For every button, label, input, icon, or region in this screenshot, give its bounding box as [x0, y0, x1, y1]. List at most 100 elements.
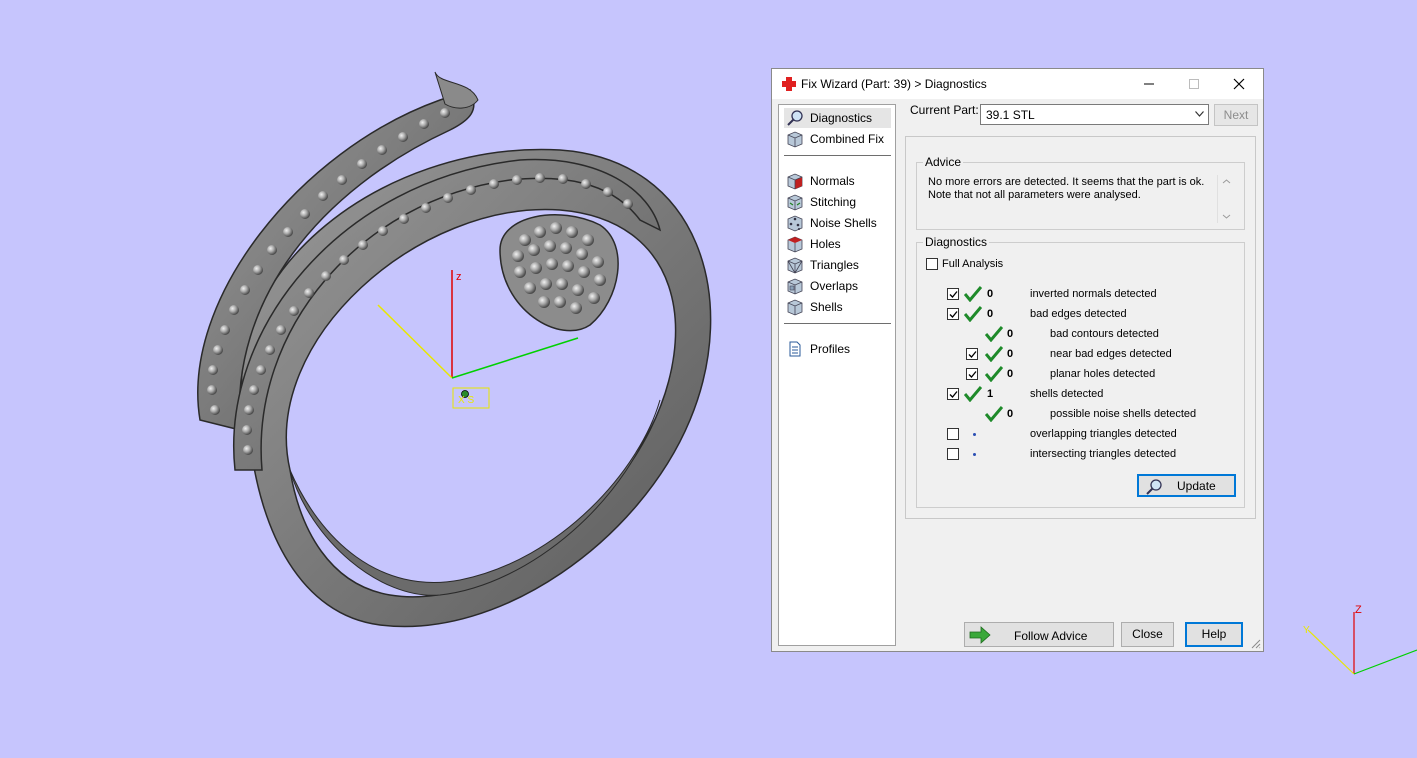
resize-grip-icon[interactable]	[1251, 639, 1261, 649]
nav-item-normals[interactable]: Normals	[784, 171, 891, 191]
nav-separator	[784, 323, 891, 324]
full-analysis-label: Full Analysis	[942, 258, 1004, 270]
title-bar[interactable]: Fix Wizard (Part: 39) > Diagnostics	[772, 69, 1263, 99]
cube-icon	[787, 131, 803, 148]
row-checkbox[interactable]	[947, 448, 959, 460]
row-checkbox[interactable]	[966, 368, 978, 380]
cube-holes-icon	[787, 236, 803, 253]
green-arrow-icon	[969, 626, 991, 644]
ok-tick-icon	[985, 366, 1003, 382]
nav-item-diagnostics[interactable]: Diagnostics	[784, 108, 891, 128]
row-label: shells detected	[1030, 388, 1104, 400]
pending-dot-icon	[973, 453, 976, 456]
row-count: 1	[987, 388, 994, 400]
chevron-down-icon	[1195, 111, 1204, 117]
cube-overlaps-icon	[787, 278, 803, 295]
nav-item-combined-fix[interactable]: Combined Fix	[784, 129, 891, 149]
update-button[interactable]: Update	[1137, 474, 1236, 497]
follow-advice-label: Follow Advice	[1014, 629, 1088, 643]
nav-item-profiles[interactable]: Profiles	[784, 339, 891, 359]
current-part-label: Current Part:	[910, 103, 979, 117]
row-label: intersecting triangles detected	[1030, 448, 1177, 460]
close-icon	[1233, 78, 1245, 90]
advice-title: Advice	[923, 155, 964, 169]
row-checkbox[interactable]	[947, 308, 959, 320]
row-checkbox[interactable]	[966, 348, 978, 360]
fix-wizard-dialog: Fix Wizard (Part: 39) > Diagnostics Diag…	[771, 68, 1264, 652]
cube-stitching-icon	[787, 194, 803, 211]
dialog-title: Fix Wizard (Part: 39) > Diagnostics	[801, 77, 987, 91]
cube-noise-icon	[787, 215, 803, 232]
row-label: possible noise shells detected	[1050, 408, 1197, 420]
maximize-icon	[1189, 79, 1199, 89]
ok-tick-icon	[985, 346, 1003, 362]
advice-group: Advice No more errors are detected. It s…	[916, 155, 1245, 230]
magnifier-icon	[1146, 479, 1162, 495]
nav-item-overlaps[interactable]: Overlaps	[784, 276, 891, 296]
row-label: bad edges detected	[1030, 308, 1127, 320]
row-label: overlapping triangles detected	[1030, 428, 1177, 440]
document-icon	[789, 341, 801, 357]
advice-textbox[interactable]: No more errors are detected. It seems th…	[926, 175, 1235, 223]
ok-tick-icon	[964, 386, 982, 402]
svg-text:z: z	[456, 271, 462, 283]
row-count: 0	[1007, 328, 1014, 340]
diagnostics-panel: Advice No more errors are detected. It s…	[905, 136, 1256, 519]
full-analysis-checkbox[interactable]	[926, 258, 938, 270]
follow-advice-button[interactable]: Follow Advice	[964, 622, 1114, 647]
checkmark-icon	[968, 351, 977, 358]
row-checkbox[interactable]	[947, 388, 959, 400]
update-label: Update	[1177, 479, 1216, 493]
scroll-arrows-icon	[1222, 179, 1231, 219]
svg-text:Y: Y	[1303, 625, 1310, 636]
current-part-select[interactable]: 39.1 STL	[980, 104, 1209, 125]
svg-text:X S: X S	[458, 395, 474, 406]
row-count: 0	[1007, 408, 1014, 420]
nav-item-triangles[interactable]: Triangles	[784, 255, 891, 275]
row-count: 0	[1007, 348, 1014, 360]
advice-line-2: Note that not all parameters were analys…	[928, 189, 1141, 201]
nav-separator	[784, 155, 891, 156]
row-checkbox[interactable]	[947, 428, 959, 440]
row-count: 0	[987, 308, 994, 320]
cube-normals-icon	[787, 173, 803, 190]
ok-tick-icon	[964, 306, 982, 322]
step-navigation: Diagnostics Combined Fix Normals Stitchi…	[778, 104, 896, 646]
checkmark-icon	[949, 291, 958, 298]
row-label: planar holes detected	[1050, 368, 1156, 380]
checkmark-icon	[968, 371, 977, 378]
minimize-icon	[1144, 83, 1154, 85]
ok-tick-icon	[985, 406, 1003, 422]
ok-tick-icon	[985, 326, 1003, 342]
row-label: near bad edges detected	[1050, 348, 1172, 360]
red-cross-icon	[782, 77, 796, 91]
ok-tick-icon	[964, 286, 982, 302]
nav-item-stitching[interactable]: Stitching	[784, 192, 891, 212]
row-label: bad contours detected	[1050, 328, 1159, 340]
advice-scrollbar[interactable]	[1217, 175, 1235, 223]
current-part-value: 39.1 STL	[986, 108, 1035, 122]
checkmark-icon	[949, 391, 958, 398]
diagnostics-group: Diagnostics Full Analysis 0 inverted nor…	[916, 235, 1245, 508]
row-count: 0	[1007, 368, 1014, 380]
close-button[interactable]: Close	[1121, 622, 1174, 647]
diagnostics-title: Diagnostics	[923, 235, 990, 249]
minimize-button[interactable]	[1127, 69, 1172, 99]
cube-shells-icon	[787, 299, 803, 316]
nav-item-shells[interactable]: Shells	[784, 297, 891, 317]
row-checkbox[interactable]	[947, 288, 959, 300]
row-label: inverted normals detected	[1030, 288, 1157, 300]
nav-item-holes[interactable]: Holes	[784, 234, 891, 254]
nav-item-noise-shells[interactable]: Noise Shells	[784, 213, 891, 233]
row-count: 0	[987, 288, 994, 300]
cube-triangles-icon	[787, 257, 803, 274]
maximize-button[interactable]	[1172, 69, 1217, 99]
next-button[interactable]: Next	[1214, 104, 1258, 126]
help-button[interactable]: Help	[1185, 622, 1243, 647]
close-window-button[interactable]	[1217, 69, 1262, 99]
checkmark-icon	[949, 311, 958, 318]
magnifier-icon	[787, 110, 803, 126]
pending-dot-icon	[973, 433, 976, 436]
advice-line-1: No more errors are detected. It seems th…	[928, 176, 1205, 188]
svg-text:Z: Z	[1355, 604, 1362, 616]
